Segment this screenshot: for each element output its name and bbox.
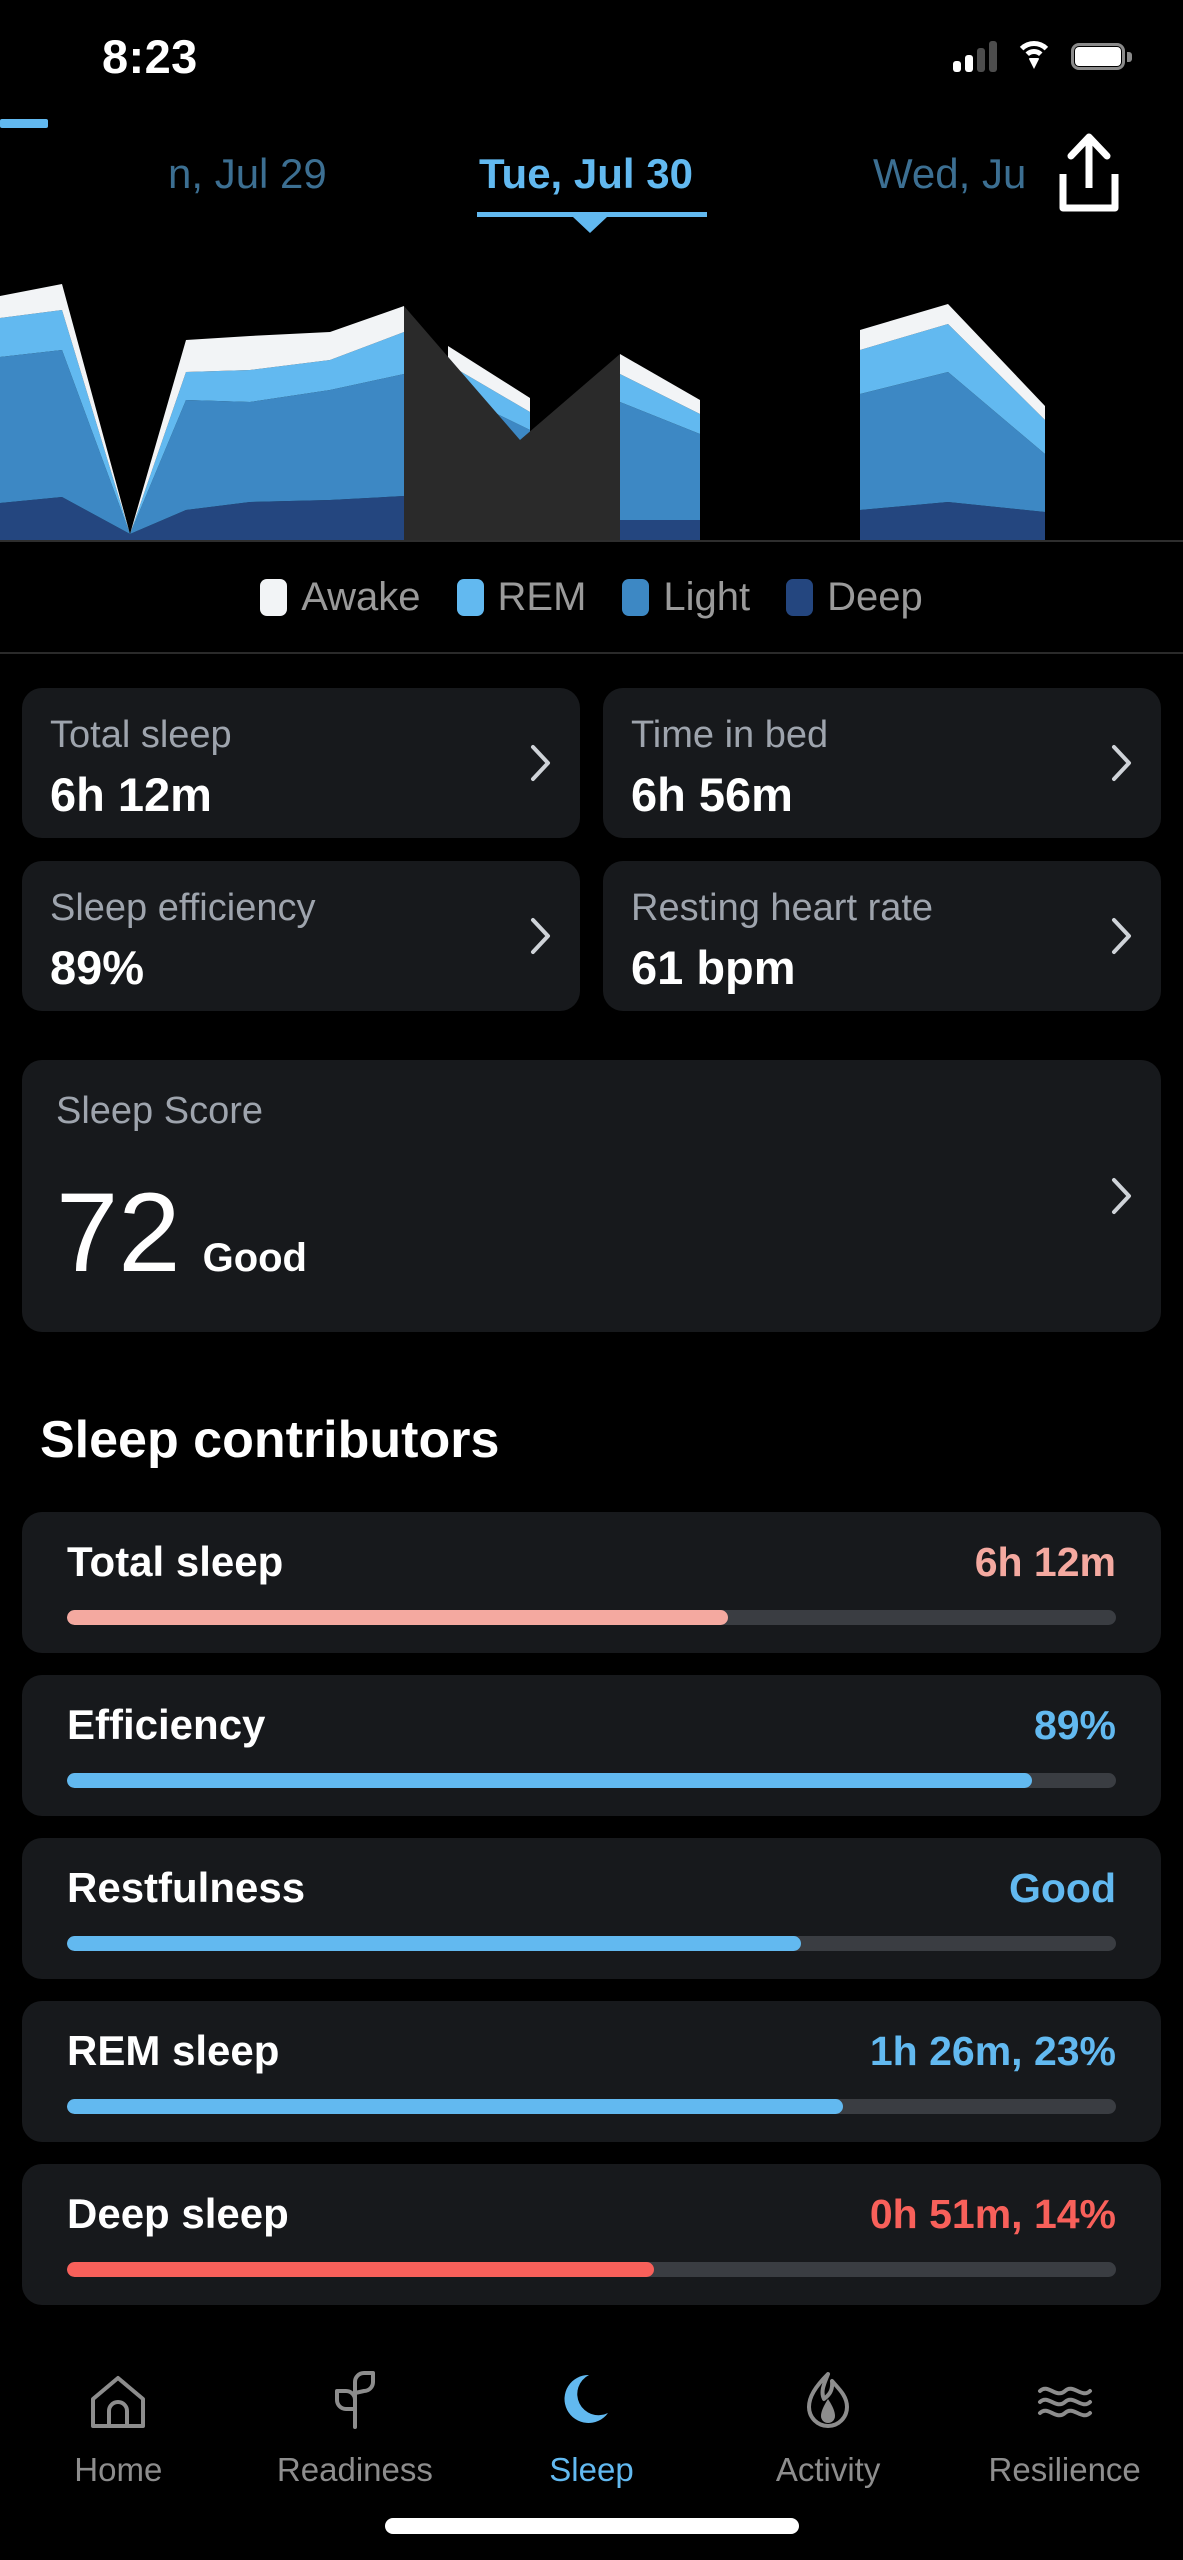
chevron-right-icon [531, 918, 550, 954]
battery-icon [1071, 42, 1132, 70]
contributor-name: Restfulness [67, 1864, 306, 1911]
chevron-right-icon [1112, 918, 1131, 954]
metric-card-sleep-efficiency[interactable]: Sleep efficiency 89% [22, 861, 580, 1011]
metric-card-total-sleep[interactable]: Total sleep 6h 12m [22, 688, 580, 838]
contributor-value: Good [1008, 1864, 1116, 1911]
tab-resilience[interactable]: Resilience [946, 2369, 1183, 2489]
contributor-progress-track [67, 1936, 1116, 1951]
metric-card-time-in-bed[interactable]: Time in bed 6h 56m [603, 688, 1161, 838]
legend-swatch-awake [260, 578, 288, 616]
contributor-row-efficiency[interactable]: Efficiency 89% [22, 1675, 1161, 1816]
contributor-row-deep-sleep[interactable]: Deep sleep 0h 51m, 14% [22, 2164, 1161, 2305]
metric-card-value: 89% [50, 941, 145, 994]
sleep-detail-screen: 8:23 n, Jul 29 Tue, Jul 30 Wed, Ju Awake… [0, 0, 1183, 2560]
contributor-progress-fill [67, 2262, 655, 2277]
sleep-contributors-list: Total sleep 6h 12m Efficiency 89% Restfu… [22, 1512, 1161, 2327]
waves-icon [1037, 2386, 1092, 2418]
metric-card-value: 6h 12m [50, 768, 212, 821]
sleep-contributors-heading: Sleep contributors [40, 1411, 500, 1469]
tab-readiness[interactable]: Readiness [237, 2369, 474, 2489]
legend-label: Light [663, 574, 751, 619]
metric-card-grid: Total sleep 6h 12m Time in bed 6h 56m Sl… [22, 688, 1161, 1011]
contributor-row-total-sleep[interactable]: Total sleep 6h 12m [22, 1512, 1161, 1653]
home-indicator [384, 2518, 799, 2534]
chevron-right-icon [1112, 1178, 1131, 1214]
chart-series-deep-3 [620, 520, 700, 540]
contributor-name: Efficiency [67, 1701, 266, 1748]
contributor-progress-track [67, 2099, 1116, 2114]
wifi-icon [1014, 41, 1054, 71]
legend-item: REM [456, 574, 587, 620]
contributor-progress-fill [67, 1610, 728, 1625]
metric-card-label: Time in bed [631, 714, 829, 756]
tab-label: Readiness [276, 2451, 433, 2488]
metric-card-resting-heart-rate[interactable]: Resting heart rate 61 bpm [603, 861, 1161, 1011]
tab-label: Home [74, 2451, 163, 2488]
legend-item: Awake [260, 574, 421, 620]
sleep-score-state: Good [202, 1236, 307, 1280]
metric-card-label: Sleep efficiency [50, 887, 316, 929]
legend-item: Light [622, 575, 750, 620]
metric-card-value: 61 bpm [631, 941, 796, 994]
contributor-name: Total sleep [67, 1538, 284, 1585]
contributor-name: Deep sleep [67, 2190, 289, 2237]
moon-icon [564, 2374, 609, 2423]
chevron-right-icon [531, 745, 550, 781]
contributor-row-rem-sleep[interactable]: REM sleep 1h 26m, 23% [22, 2001, 1161, 2142]
sleep-score-row: 72 Good [56, 1177, 1127, 1289]
contributor-progress-fill [67, 1936, 802, 1951]
metric-card-value: 6h 56m [631, 768, 793, 821]
metric-card-label: Resting heart rate [631, 887, 934, 929]
legend-label: Deep [827, 574, 923, 619]
contributor-progress-track [67, 2262, 1116, 2277]
date-tab-previous[interactable]: n, Jul 29 [168, 150, 327, 198]
chevron-right-icon [1112, 745, 1131, 781]
date-tab-next[interactable]: Wed, Ju [873, 150, 1026, 198]
sleep-score-value: 72 [56, 1170, 181, 1295]
legend-swatch-light [622, 578, 650, 616]
share-icon [1059, 133, 1119, 212]
legend-divider-bottom [0, 652, 1183, 654]
legend-item: Deep [786, 575, 923, 620]
sleep-score-card[interactable]: Sleep Score 72 Good [22, 1060, 1161, 1332]
contributor-name: REM sleep [67, 2027, 280, 2074]
contributor-value: 0h 51m, 14% [869, 2190, 1116, 2237]
tab-sleep[interactable]: Sleep [473, 2369, 710, 2489]
legend-swatch-deep [786, 578, 814, 616]
contributor-value: 6h 12m [974, 1538, 1116, 1585]
date-tab-current[interactable]: Tue, Jul 30 [479, 150, 693, 198]
contributor-row-restfulness[interactable]: Restfulness Good [22, 1838, 1161, 1979]
contributor-progress-track [67, 1610, 1116, 1625]
legend-label: Awake [301, 574, 421, 619]
tab-activity[interactable]: Activity [710, 2369, 947, 2489]
legend-swatch-rem [456, 578, 484, 616]
sprout-icon [334, 2371, 375, 2429]
legend-label: REM [497, 574, 587, 619]
home-icon [91, 2376, 146, 2428]
cellular-signal-icon [953, 40, 997, 72]
status-bar-time: 8:23 [102, 29, 198, 83]
status-bar: 8:23 [0, 0, 1183, 112]
contributor-progress-track [67, 1773, 1116, 1788]
contributor-value: 89% [1033, 1701, 1116, 1748]
status-bar-icons [953, 40, 1132, 72]
tab-label: Sleep [549, 2451, 634, 2488]
sleep-score-label: Sleep Score [56, 1090, 264, 1132]
sleep-hypnogram-chart[interactable] [0, 262, 1183, 540]
chart-legend: Awake REM Light Deep [0, 542, 1183, 652]
share-button[interactable] [1043, 128, 1135, 220]
contributor-progress-fill [67, 2099, 844, 2114]
flame-icon [807, 2372, 850, 2428]
contributor-progress-fill [67, 1773, 1033, 1788]
date-navigation: n, Jul 29 Tue, Jul 30 Wed, Ju [0, 126, 1183, 233]
contributor-value: 1h 26m, 23% [869, 2027, 1116, 2074]
tab-home[interactable]: Home [0, 2369, 237, 2489]
date-tab-caret-icon [573, 217, 607, 233]
tab-label: Activity [775, 2451, 881, 2488]
metric-card-label: Total sleep [50, 714, 232, 756]
tab-label: Resilience [988, 2451, 1141, 2488]
